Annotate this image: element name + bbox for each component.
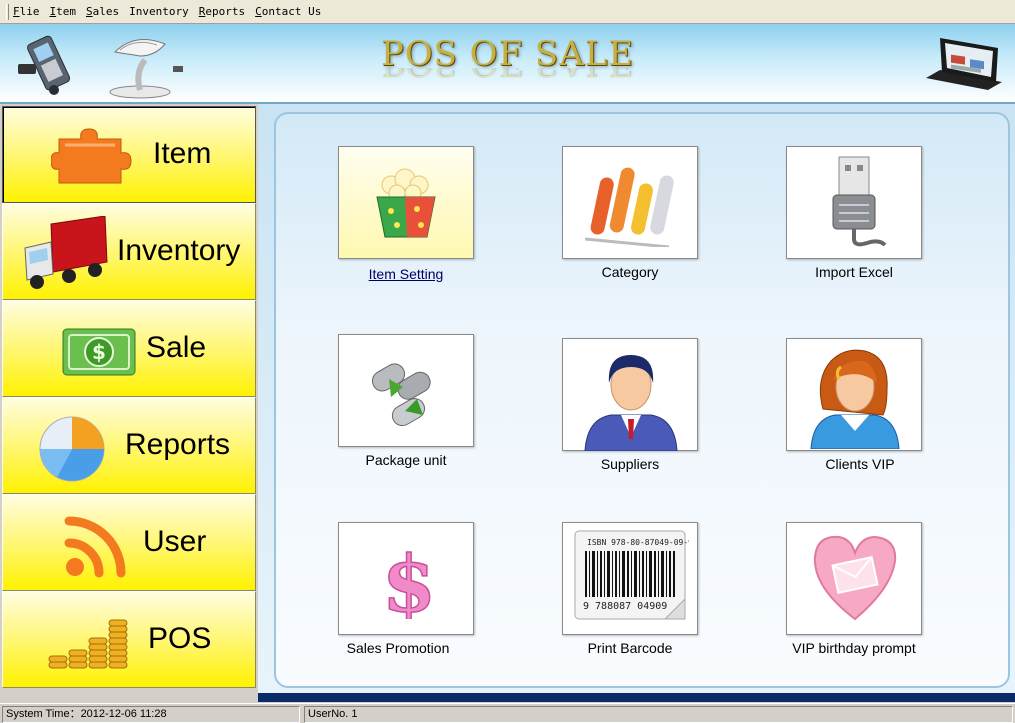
- sidebar-item-label: POS: [148, 622, 212, 655]
- dollar-sign-icon: $: [381, 539, 437, 619]
- pie-chart-icon: [39, 416, 105, 482]
- barcode-icon: ISBN 978-80-87049-09-9 9 788087 04909: [574, 530, 689, 620]
- sidebar-item-label: Inventory: [117, 234, 241, 267]
- client-woman-icon: [810, 349, 900, 449]
- menu-file[interactable]: Flie: [13, 5, 40, 18]
- tile-sales-promotion[interactable]: $: [338, 522, 474, 635]
- status-user-no: UserNo. 1: [304, 706, 1013, 723]
- sidebar-item-user[interactable]: User: [2, 494, 256, 591]
- category-bars-icon: [585, 167, 674, 247]
- tile-label-import-excel: Import Excel: [815, 264, 893, 280]
- menu-grip: [6, 3, 9, 20]
- tile-package-unit[interactable]: [338, 334, 474, 447]
- tile-label-suppliers: Suppliers: [600, 456, 660, 472]
- tile-label-clients-vip: Clients VIP: [825, 456, 895, 472]
- status-system-time: System Time：2012-12-06 11:28: [2, 706, 300, 723]
- tile-clients-vip[interactable]: [786, 338, 922, 451]
- puzzle-icon: [51, 128, 132, 184]
- sidebar-item-label: Sale: [146, 331, 207, 364]
- sidebar-item-item[interactable]: Item: [2, 106, 256, 203]
- main-panel: Item Setting Category Import Excel Packa…: [274, 112, 1010, 688]
- svg-text:$: $: [92, 340, 106, 364]
- app-title-reflection: POS OF SALE: [0, 68, 1015, 84]
- main-area: Item Setting Category Import Excel Packa…: [258, 104, 1015, 694]
- bottom-accent-bar: [258, 693, 1015, 702]
- barcode-number-text: 9 788087 04909: [583, 601, 667, 612]
- tile-label-package-unit: Package unit: [365, 452, 447, 468]
- truck-icon: [24, 216, 108, 289]
- coins-icon: [48, 619, 128, 669]
- tile-label-sales-promotion: Sales Promotion: [346, 640, 450, 656]
- tile-label-category: Category: [601, 264, 659, 280]
- tile-label-vip-birthday-prompt: VIP birthday prompt: [792, 640, 916, 656]
- pos-terminal-icon: [926, 38, 1002, 90]
- sidebar-item-reports[interactable]: Reports: [2, 397, 256, 494]
- tile-item-setting[interactable]: [338, 146, 474, 259]
- supplier-man-icon: [584, 355, 678, 451]
- tile-label-item-setting[interactable]: Item Setting: [316, 266, 496, 282]
- popcorn-icon: [376, 168, 436, 238]
- sidebar-item-inventory[interactable]: Inventory: [2, 203, 256, 300]
- tile-label-print-barcode: Print Barcode: [587, 640, 673, 656]
- package-unit-icon: [371, 363, 431, 427]
- tile-suppliers[interactable]: [562, 338, 698, 451]
- sidebar-item-label: User: [143, 525, 207, 558]
- usb-plug-icon: [832, 156, 887, 247]
- barcode-isbn-text: ISBN 978-80-87049-09-9: [587, 538, 689, 547]
- sidebar: Item Inventory $ Sale Reports User POS: [0, 104, 258, 694]
- svg-text:$: $: [382, 539, 436, 619]
- menu-item[interactable]: Item: [50, 5, 77, 18]
- status-bar: System Time：2012-12-06 11:28 UserNo. 1: [0, 703, 1015, 723]
- menu-sales[interactable]: Sales: [86, 5, 119, 18]
- menu-inventory[interactable]: Inventory: [129, 5, 189, 18]
- app-title: POS OF SALE POS OF SALE: [0, 34, 1015, 84]
- heart-envelope-icon: [813, 535, 897, 621]
- tile-vip-birthday-prompt[interactable]: [786, 522, 922, 635]
- header-banner: POS OF SALE POS OF SALE: [0, 24, 1015, 104]
- sidebar-item-label: Reports: [125, 428, 231, 461]
- tile-print-barcode[interactable]: ISBN 978-80-87049-09-9 9 788087 04909: [562, 522, 698, 635]
- menu-bar: Flie Item Sales Inventory Reports Contac…: [0, 0, 1015, 24]
- sidebar-item-sale[interactable]: $ Sale: [2, 300, 256, 397]
- tile-category[interactable]: [562, 146, 698, 259]
- menu-reports[interactable]: Reports: [199, 5, 245, 18]
- tile-import-excel[interactable]: [786, 146, 922, 259]
- sidebar-item-label: Item: [153, 137, 212, 170]
- sidebar-item-pos[interactable]: POS: [2, 591, 256, 688]
- menu-contact-us[interactable]: Contact Us: [255, 5, 321, 18]
- rss-icon: [64, 516, 126, 578]
- money-icon: $: [62, 328, 136, 376]
